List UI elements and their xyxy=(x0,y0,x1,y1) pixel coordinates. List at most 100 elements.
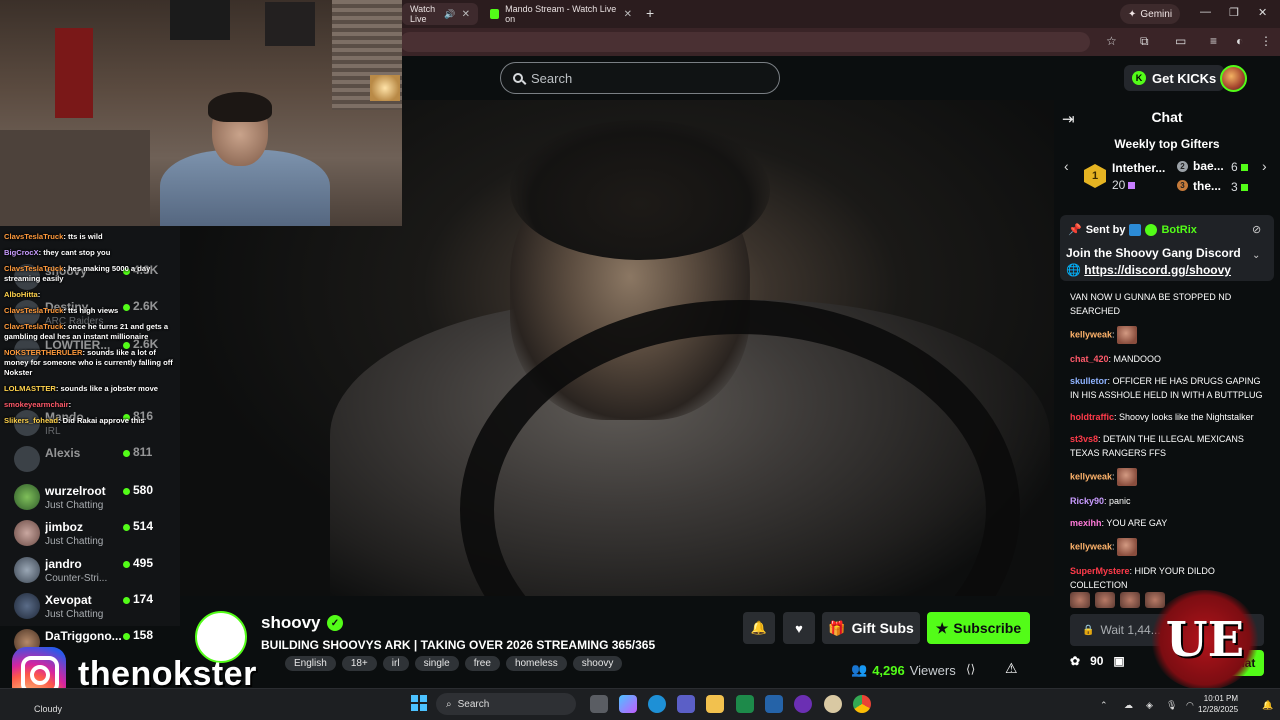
user-avatar[interactable] xyxy=(1220,65,1247,92)
tray-chevron-icon[interactable]: ⌃ xyxy=(1100,700,1108,711)
tag[interactable]: 18+ xyxy=(341,656,377,671)
extensions-icon[interactable]: ⧉ xyxy=(1140,34,1149,49)
sidebar-channel[interactable]: jimboz Just Chatting 514 xyxy=(14,518,164,552)
gifter-name[interactable]: bae... xyxy=(1193,159,1224,173)
close-tab-icon[interactable]: ✕ xyxy=(462,9,470,20)
streamer-name[interactable]: shoovy xyxy=(261,613,321,633)
microphone-icon[interactable]: 🎙 xyxy=(1166,700,1177,711)
obs-icon[interactable] xyxy=(794,695,812,713)
gift-shop-icon[interactable]: ▣ xyxy=(1113,654,1124,668)
restore-icon[interactable]: ❐ xyxy=(1229,6,1239,19)
search-input[interactable]: Search xyxy=(500,62,780,94)
sidebar-channel[interactable]: Alexis 811 xyxy=(14,444,164,478)
chat-username[interactable]: Ricky90 xyxy=(1070,496,1104,506)
viewer-count: 174 xyxy=(133,592,154,606)
browser-tab-mando[interactable]: Mando Stream - Watch Live on ✕ xyxy=(482,3,640,25)
tag[interactable]: English xyxy=(285,656,336,671)
pin-icon: 📌 xyxy=(1068,224,1082,236)
task-view-icon[interactable] xyxy=(590,695,608,713)
chat-username[interactable]: mexihh xyxy=(1070,518,1102,528)
report-warning-icon[interactable]: ⚠ xyxy=(1005,660,1018,677)
excel-icon[interactable] xyxy=(736,695,754,713)
new-tab-icon[interactable]: + xyxy=(646,5,654,21)
tray-icon[interactable]: ☁ xyxy=(1124,700,1133,711)
channel-category: Just Chatting xyxy=(45,609,104,620)
windows-start-icon[interactable] xyxy=(411,695,427,711)
close-tab-icon[interactable]: ✕ xyxy=(624,9,632,20)
emote-icon[interactable] xyxy=(1070,592,1090,608)
taskbar-search[interactable]: ⌕ Search xyxy=(436,693,576,715)
tag[interactable]: single xyxy=(414,656,459,671)
chat-username[interactable]: holdtraffic xyxy=(1070,412,1114,422)
chat-username[interactable]: kellyweak xyxy=(1070,329,1112,339)
viewer-count-display: 👥 4,296 Viewers xyxy=(851,662,956,678)
live-dot-icon xyxy=(123,450,130,457)
sidebar-channel[interactable]: wurzelroot Just Chatting 580 xyxy=(14,482,164,516)
taskbar xyxy=(0,688,1280,720)
notification-bell-button[interactable]: 🔔 xyxy=(743,612,775,644)
gifter-name[interactable]: the... xyxy=(1193,179,1221,193)
omnibox[interactable] xyxy=(400,32,1090,52)
tag[interactable]: free xyxy=(464,656,500,671)
channel-points[interactable]: 90 xyxy=(1090,654,1103,668)
chat-message-text: : Shoovy looks like the Nightstalker xyxy=(1114,412,1254,422)
chevron-down-icon[interactable]: ⌄ xyxy=(1252,250,1260,261)
notifications-bell-icon[interactable]: 🔔 xyxy=(1262,700,1273,711)
edge-icon[interactable] xyxy=(648,695,666,713)
cast-icon[interactable]: ▭ xyxy=(1175,34,1186,48)
tray-icon[interactable]: ◈ xyxy=(1146,700,1153,711)
overlay-chat-user: AlboHitta xyxy=(4,290,38,299)
tag[interactable]: irl xyxy=(382,656,409,671)
app-icon[interactable] xyxy=(824,695,842,713)
chat-message: VAN NOW U GUNNA BE STOPPED ND SEARCHED xyxy=(1070,290,1268,318)
tag[interactable]: shoovy xyxy=(572,656,623,671)
taskbar-weather[interactable]: Cloudy xyxy=(34,704,62,714)
chrome-icon[interactable] xyxy=(853,695,871,713)
pinned-discord-link[interactable]: https://discord.gg/shoovy xyxy=(1084,263,1231,277)
chevron-left-icon[interactable]: ‹ xyxy=(1064,158,1069,174)
subscribe-button[interactable]: ★ Subscribe xyxy=(927,612,1030,644)
gift-subs-button[interactable]: 🎁 Gift Subs xyxy=(822,612,920,644)
chat-username[interactable]: chat_420 xyxy=(1070,354,1109,364)
copilot-icon[interactable] xyxy=(619,695,637,713)
chat-username[interactable]: SuperMystere xyxy=(1070,566,1130,576)
teams-icon[interactable] xyxy=(677,695,695,713)
chat-username[interactable]: kellyweak xyxy=(1070,471,1112,481)
search-icon: ⌕ xyxy=(446,698,452,710)
sidebar-channel[interactable]: Xevopat Just Chatting 174 xyxy=(14,591,164,625)
emote-icon[interactable] xyxy=(1095,592,1115,608)
overlay-chat-message: AlboHitta: xyxy=(0,290,184,300)
close-window-icon[interactable]: ✕ xyxy=(1258,6,1267,19)
speaker-icon: 🔊 xyxy=(444,8,456,19)
wifi-icon[interactable]: ◠ xyxy=(1186,700,1194,711)
chat-username[interactable]: kellyweak xyxy=(1070,541,1112,551)
gemini-button[interactable]: ✦ Gemini xyxy=(1120,4,1181,24)
chat-message: mexihh: YOU ARE GAY xyxy=(1070,516,1268,530)
share-icon[interactable]: ⟨⟩ xyxy=(966,662,975,676)
get-kicks-button[interactable]: K Get KICKs xyxy=(1124,65,1225,91)
taskbar-clock[interactable]: 10:01 PM 12/28/2025 xyxy=(1198,693,1238,715)
chevron-right-icon[interactable]: › xyxy=(1262,158,1267,174)
browser-tab-active[interactable]: Watch Live 🔊 ✕ xyxy=(402,3,478,25)
chat-message-text: : xyxy=(1112,541,1115,552)
chat-username[interactable]: st3vs8 xyxy=(1070,434,1098,444)
emote-icon[interactable] xyxy=(1145,592,1165,608)
viewers-label: Viewers xyxy=(909,662,956,678)
chat-username[interactable]: skulletor xyxy=(1070,376,1108,386)
menu-kebab-icon[interactable]: ⋮ xyxy=(1260,34,1272,48)
minimize-icon[interactable]: — xyxy=(1200,6,1211,18)
profile-icon[interactable]: ◐ xyxy=(1236,34,1243,48)
tag[interactable]: homeless xyxy=(505,656,567,671)
bookmark-star-icon[interactable]: ☆ xyxy=(1106,34,1117,48)
hide-pinned-icon[interactable]: ⊘ xyxy=(1252,223,1261,236)
live-dot-icon xyxy=(123,597,130,604)
webcam-poster xyxy=(265,2,315,46)
reading-list-icon[interactable]: ≡ xyxy=(1210,34,1217,48)
emote-icon[interactable] xyxy=(1120,592,1140,608)
sidebar-channel[interactable]: jandro Counter-Stri... 495 xyxy=(14,555,164,589)
file-explorer-icon[interactable] xyxy=(706,695,724,713)
gifter-name[interactable]: Intether... xyxy=(1112,161,1165,175)
word-icon[interactable] xyxy=(765,695,783,713)
gifter-count: 3 xyxy=(1231,180,1248,194)
follow-heart-button[interactable]: ♥ xyxy=(783,612,815,644)
